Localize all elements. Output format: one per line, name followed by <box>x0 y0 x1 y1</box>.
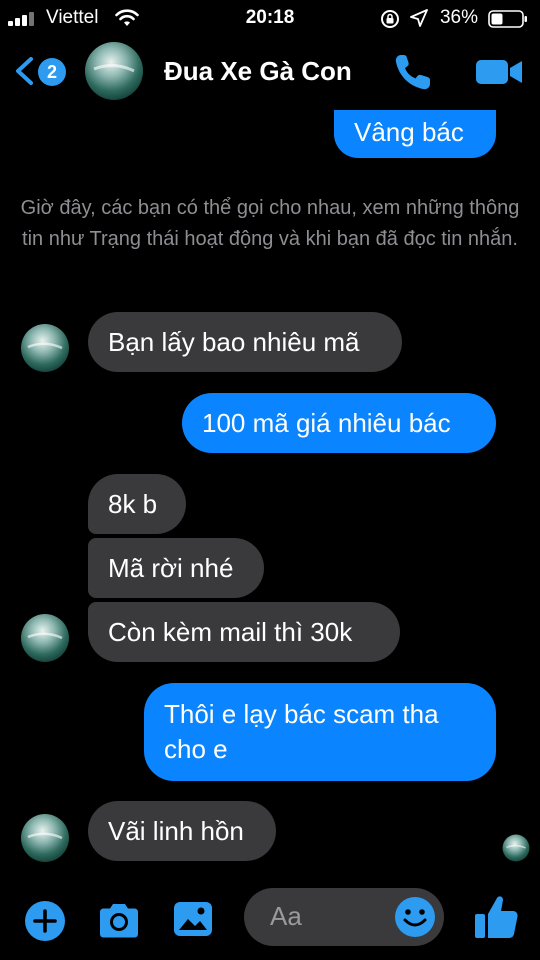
outgoing-message[interactable]: 100 mã giá nhiêu bác <box>182 393 496 453</box>
incoming-message[interactable]: Mã rời nhé <box>88 538 264 598</box>
message-text: Vâng bác <box>354 117 464 147</box>
message-composer: Aa <box>0 880 540 960</box>
outgoing-message[interactable]: Vâng bác <box>334 110 496 158</box>
plus-icon[interactable] <box>24 900 66 942</box>
rotation-lock-icon <box>381 10 399 28</box>
location-arrow-icon <box>410 9 428 27</box>
unread-count-badge[interactable]: 2 <box>38 58 66 86</box>
battery-percent: 36% <box>439 7 478 28</box>
system-notice: Giờ đây, các bạn có thể gọi cho nhau, xe… <box>20 197 520 250</box>
incoming-message[interactable]: Bạn lấy bao nhiêu mã <box>88 312 402 372</box>
incoming-message[interactable]: Vãi linh hồn <box>88 801 276 861</box>
message-text: 100 mã giá nhiêu bác <box>202 408 451 438</box>
incoming-message[interactable]: Còn kèm mail thì 30k <box>88 602 400 662</box>
message-input-placeholder: Aa <box>270 901 302 931</box>
chat-title[interactable]: Đua Xe Gà Con <box>164 56 352 87</box>
message-text: Còn kèm mail thì 30k <box>108 617 353 647</box>
message-text-line: cho e <box>164 734 228 764</box>
emoji-icon[interactable] <box>394 896 436 938</box>
thumbs-up-icon[interactable] <box>472 892 520 942</box>
back-chevron-icon[interactable] <box>12 56 36 86</box>
status-bar: Viettel 20:18 36% <box>0 0 540 36</box>
read-receipt-avatar <box>502 834 530 862</box>
message-text: 8k b <box>108 489 158 519</box>
phone-icon[interactable] <box>392 52 434 92</box>
avatar[interactable] <box>20 613 70 663</box>
camera-icon[interactable] <box>96 900 142 942</box>
image-icon[interactable] <box>172 898 214 940</box>
video-camera-icon[interactable] <box>474 56 524 88</box>
message-text: Mã rời nhé <box>108 553 234 583</box>
chat-header: 2 Đua Xe Gà Con <box>0 36 540 108</box>
battery-icon <box>488 10 527 28</box>
message-text: Vãi linh hồn <box>108 816 244 846</box>
avatar[interactable] <box>20 323 70 373</box>
incoming-message[interactable]: 8k b <box>88 474 186 534</box>
message-text: Bạn lấy bao nhiêu mã <box>108 327 360 357</box>
avatar[interactable] <box>20 813 70 863</box>
message-text-line: Thôi e lạy bác scam tha <box>164 699 439 729</box>
message-input[interactable]: Aa <box>244 888 444 946</box>
avatar[interactable] <box>84 41 144 101</box>
outgoing-message[interactable]: Thôi e lạy bác scam tha cho e <box>144 683 496 781</box>
